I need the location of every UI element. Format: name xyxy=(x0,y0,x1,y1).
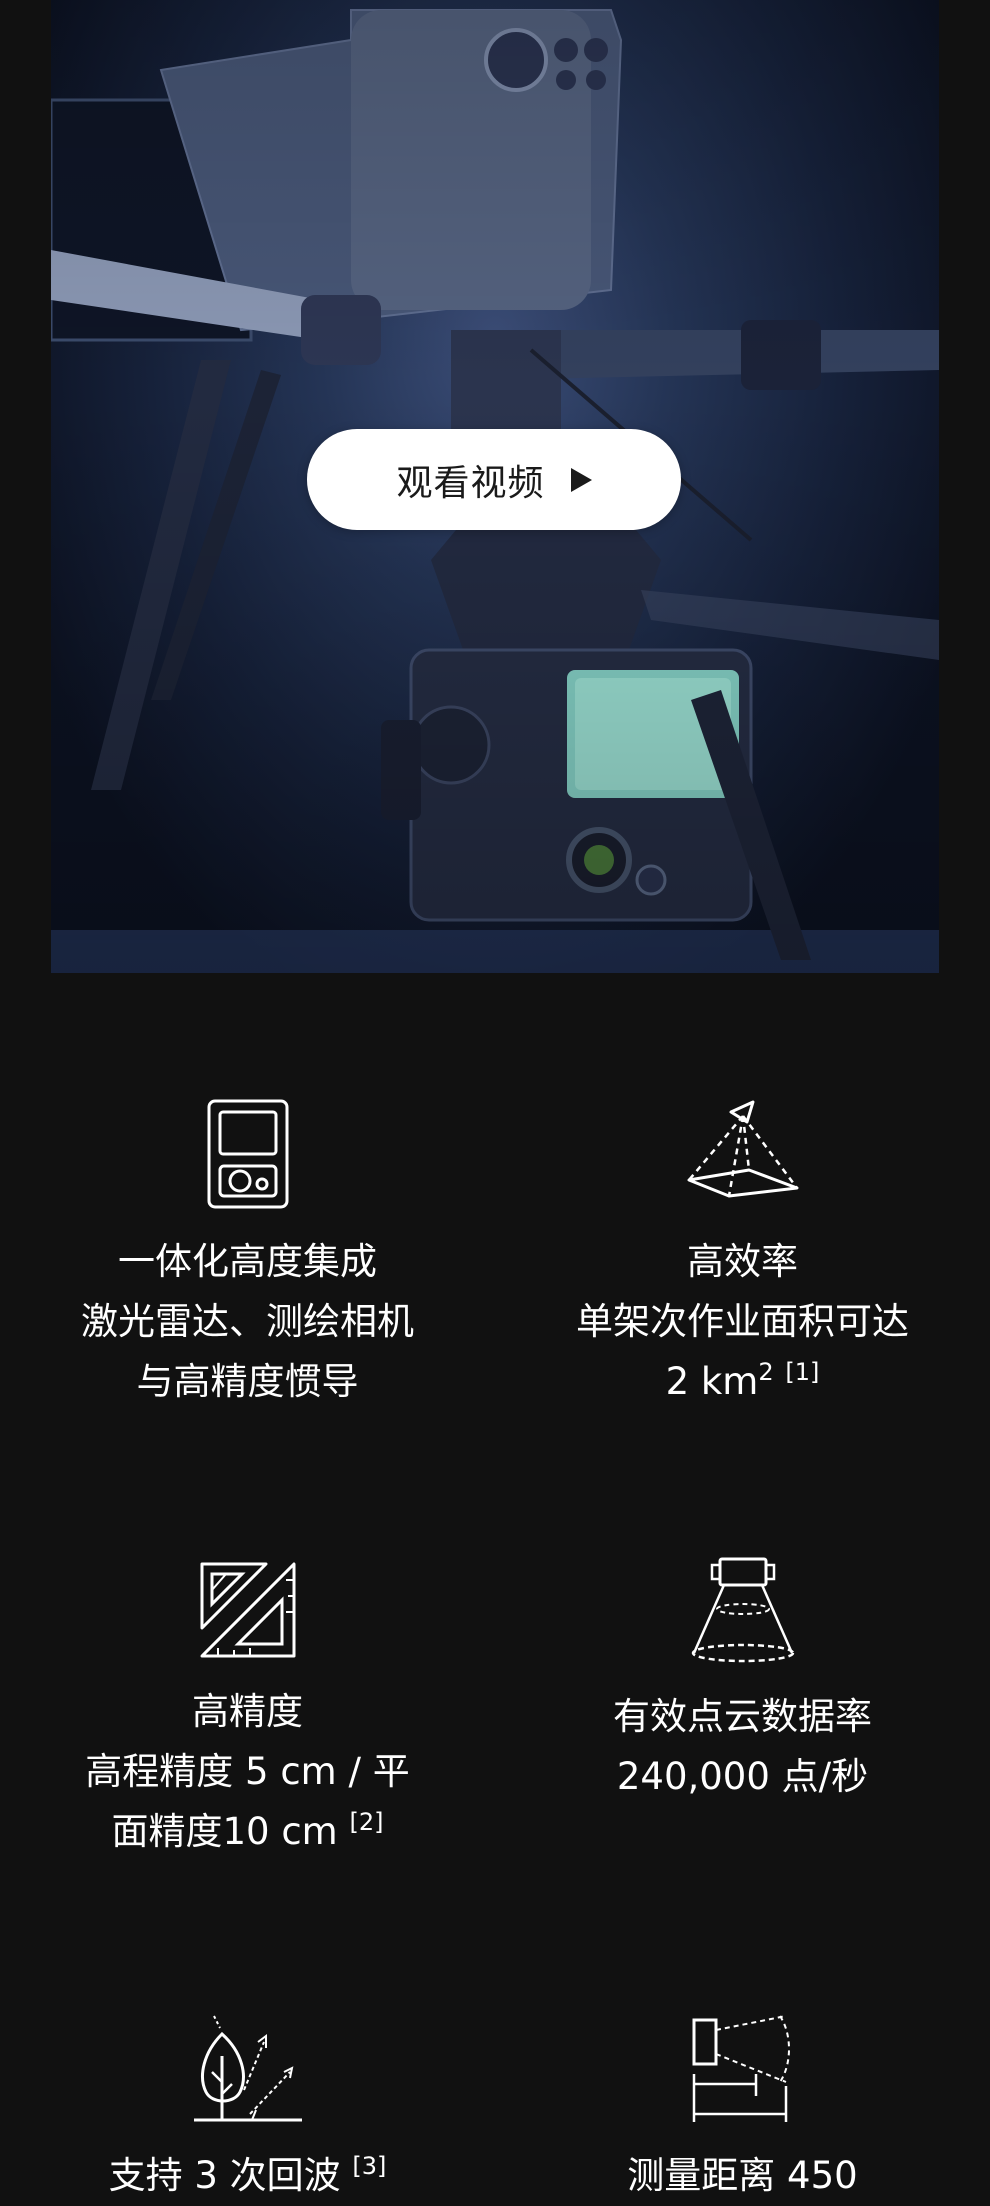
area-pyramid-icon xyxy=(687,1100,798,1198)
footnote-ref[interactable]: [1] xyxy=(785,1358,819,1386)
feature-desc-line: 面精度10 cm [2] xyxy=(0,1802,495,1862)
set-square-icon xyxy=(200,1562,295,1658)
feature-title: 测量距离 450 xyxy=(627,2154,858,2197)
integrated-device-icon xyxy=(207,1099,288,1209)
play-icon xyxy=(570,467,592,492)
feature-desc-line: 单架次作业面积可达 xyxy=(576,1300,909,1343)
unit-superscript: 2 xyxy=(758,1358,774,1386)
watch-video-button[interactable]: 观看视频 xyxy=(307,429,681,530)
feature-range: 测量距离 450 xyxy=(495,2012,990,2206)
tree-echo-icon xyxy=(193,2015,302,2122)
feature-returns: 支持 3 次回波 [3] xyxy=(0,2012,495,2206)
feature-title: 一体化高度集成 xyxy=(118,1240,377,1283)
range-measure-icon xyxy=(692,2015,790,2122)
lidar-beam-icon xyxy=(691,1557,794,1663)
feature-desc-line: 240,000 点/秒 xyxy=(616,1755,869,1798)
watch-video-label: 观看视频 xyxy=(396,462,545,504)
feature-desc-line: 与高精度惯导 xyxy=(136,1360,359,1403)
feature-precision: 高精度 高程精度 5 cm / 平 面精度10 cm [2] xyxy=(0,1560,495,1862)
feature-title: 有效点云数据率 xyxy=(613,1695,872,1738)
feature-desc-text: 面精度10 cm xyxy=(111,1810,338,1853)
feature-point-rate: 有效点云数据率 240,000 点/秒 xyxy=(495,1555,990,1807)
feature-desc-line: 高程精度 5 cm / 平 xyxy=(85,1750,410,1793)
feature-efficiency: 高效率 单架次作业面积可达 2 km2 [1] xyxy=(495,1098,990,1412)
footnote-ref[interactable]: [3] xyxy=(352,2152,386,2180)
feature-title: 高效率 xyxy=(687,1240,798,1283)
feature-value-text: 2 km xyxy=(665,1360,759,1403)
footnote-ref[interactable]: [2] xyxy=(350,1808,384,1836)
feature-integration: 一体化高度集成 激光雷达、测绘相机 与高精度惯导 xyxy=(0,1098,495,1412)
feature-value: 2 km2 [1] xyxy=(495,1352,990,1412)
feature-desc-line: 激光雷达、测绘相机 xyxy=(81,1300,414,1343)
feature-title: 高精度 xyxy=(192,1690,303,1733)
feature-title-text: 支持 3 次回波 xyxy=(108,2154,341,2197)
feature-title: 支持 3 次回波 [3] xyxy=(0,2146,495,2206)
